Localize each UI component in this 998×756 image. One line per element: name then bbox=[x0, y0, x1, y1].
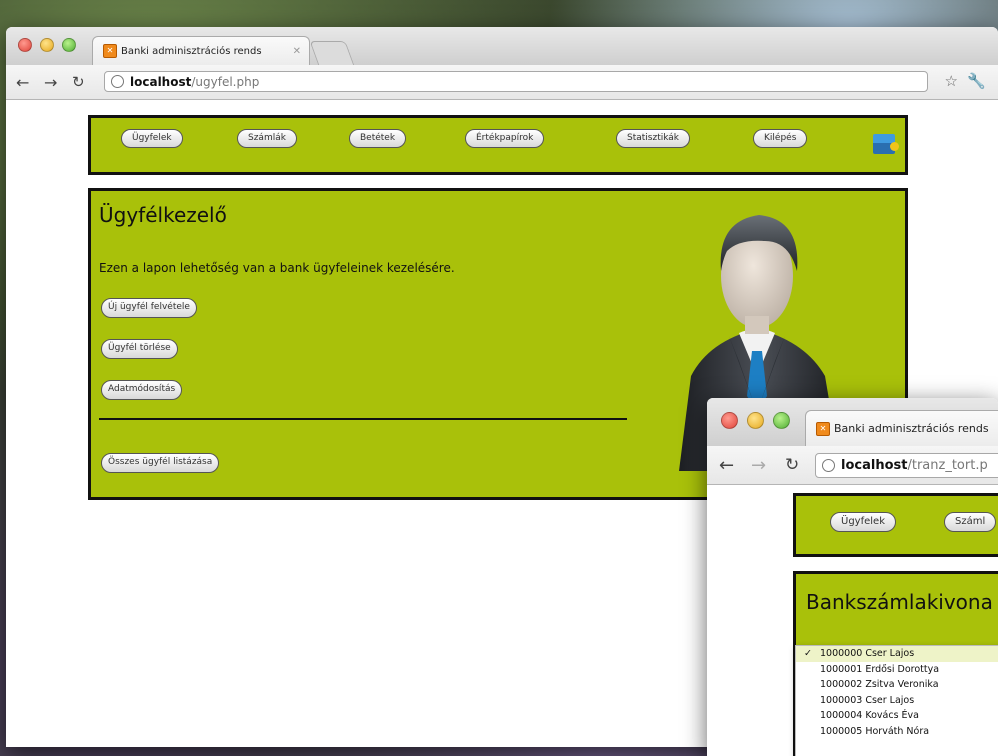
new-tab-button[interactable] bbox=[309, 41, 355, 66]
main-menu: Ügyfelek Számlák Betétek Értékpapírok St… bbox=[88, 115, 908, 175]
menu-item-ertekpapirok[interactable]: Értékpapírok bbox=[465, 129, 545, 148]
menu-item-szamlak[interactable]: Számlák bbox=[237, 129, 297, 148]
forward-arrow-icon[interactable]: → bbox=[44, 73, 57, 92]
account-select-dropdown[interactable]: ✓ 1000000 Cser Lajos 1000001 Erdősi Dorot… bbox=[795, 645, 998, 756]
menu-item-szamlak[interactable]: Száml bbox=[944, 512, 997, 532]
browser-tab[interactable]: ✕ Banki adminisztrációs rends ✕ bbox=[92, 36, 310, 65]
reload-icon[interactable]: ↻ bbox=[72, 73, 85, 91]
tab-title: Banki adminisztrációs rends bbox=[834, 422, 989, 435]
star-icon[interactable]: ☆ bbox=[945, 72, 958, 90]
wrench-icon[interactable]: 🔧 bbox=[967, 72, 986, 90]
xampp-favicon-icon: ✕ bbox=[103, 44, 117, 58]
delete-client-button[interactable]: Ügyfél törlése bbox=[101, 339, 178, 359]
zoom-window-button[interactable] bbox=[773, 412, 790, 429]
close-window-button[interactable] bbox=[721, 412, 738, 429]
minimize-window-button[interactable] bbox=[747, 412, 764, 429]
address-bar[interactable]: localhost/ugyfel.php bbox=[104, 71, 928, 92]
close-window-button[interactable] bbox=[18, 38, 32, 52]
xampp-favicon-icon: ✕ bbox=[816, 421, 830, 436]
dropdown-option[interactable]: 1000005 Horváth Nóra bbox=[796, 724, 998, 740]
edit-data-button[interactable]: Adatmódosítás bbox=[101, 380, 183, 400]
flag-icon[interactable] bbox=[873, 134, 899, 154]
page-title: Bankszámlakivona bbox=[806, 590, 993, 614]
new-client-button[interactable]: Új ügyfél felvétele bbox=[101, 298, 197, 318]
reload-icon[interactable]: ↻ bbox=[785, 455, 799, 475]
globe-icon bbox=[822, 459, 835, 472]
dropdown-option[interactable]: 1000002 Zsitva Veronika bbox=[796, 677, 998, 693]
checkmark-icon: ✓ bbox=[804, 648, 812, 659]
menu-item-betetek[interactable]: Betétek bbox=[349, 129, 407, 148]
main-menu: Ügyfelek Száml bbox=[793, 493, 998, 557]
url-host: localhost bbox=[130, 74, 192, 89]
back-arrow-icon[interactable]: ← bbox=[719, 455, 734, 476]
url-host: localhost bbox=[841, 458, 908, 473]
menu-item-kilepes[interactable]: Kilépés bbox=[753, 129, 808, 148]
forward-arrow-icon[interactable]: → bbox=[751, 455, 766, 476]
zoom-window-button[interactable] bbox=[62, 38, 76, 52]
window-controls bbox=[18, 38, 76, 52]
tab-title: Banki adminisztrációs rends bbox=[121, 45, 262, 57]
browser-tab[interactable]: ✕ Banki adminisztrációs rends bbox=[805, 410, 998, 446]
list-all-clients-button[interactable]: Összes ügyfél listázása bbox=[101, 453, 220, 473]
page-description: Ezen a lapon lehetőség van a bank ügyfel… bbox=[99, 261, 455, 275]
globe-icon bbox=[111, 75, 124, 88]
page-content: Ügyfelek Száml Bankszámlakivona ✓ 1000000… bbox=[707, 485, 998, 756]
browser-toolbar: ← → ↻ localhost/ugyfel.php ☆ 🔧 bbox=[6, 65, 998, 100]
window-controls bbox=[721, 412, 790, 429]
url-path: /tranz_tort.p bbox=[907, 458, 988, 473]
dropdown-option[interactable]: 1000001 Erdősi Dorottya bbox=[796, 662, 998, 678]
title-bar: ✕ Banki adminisztrációs rends ✕ bbox=[6, 27, 998, 66]
dropdown-option[interactable]: 1000004 Kovács Éva bbox=[796, 708, 998, 724]
url-path: /ugyfel.php bbox=[191, 74, 260, 89]
page-title: Ügyfélkezelő bbox=[99, 203, 227, 227]
dropdown-option[interactable]: 1000003 Cser Lajos bbox=[796, 693, 998, 709]
browser-window-secondary: ✕ Banki adminisztrációs rends ← → ↻ loca… bbox=[707, 398, 998, 756]
menu-item-statisztikak[interactable]: Statisztikák bbox=[616, 129, 691, 148]
divider bbox=[99, 418, 627, 420]
address-bar[interactable]: localhost/tranz_tort.p bbox=[815, 453, 998, 478]
menu-item-ugyfelek[interactable]: Ügyfelek bbox=[121, 129, 183, 148]
browser-toolbar: ← → ↻ localhost/tranz_tort.p bbox=[707, 446, 998, 485]
minimize-window-button[interactable] bbox=[40, 38, 54, 52]
tab-close-icon[interactable]: ✕ bbox=[293, 46, 301, 57]
dropdown-option[interactable]: ✓ 1000000 Cser Lajos bbox=[796, 646, 998, 662]
title-bar: ✕ Banki adminisztrációs rends bbox=[707, 398, 998, 446]
back-arrow-icon[interactable]: ← bbox=[16, 73, 29, 92]
menu-item-ugyfelek[interactable]: Ügyfelek bbox=[830, 512, 896, 532]
